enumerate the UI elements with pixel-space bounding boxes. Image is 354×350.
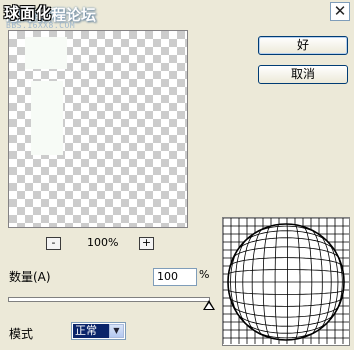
grid-line [223,230,349,243]
close-button[interactable]: ✕ [330,2,350,21]
grid-line [223,321,349,334]
mode-select[interactable]: 正常 ▼ [71,322,126,340]
ok-button[interactable]: 好 [258,36,348,55]
grid-line [274,218,280,344]
grid-line [230,218,240,344]
grid-line [334,218,343,344]
amount-unit: % [199,268,210,281]
grid-line [326,218,339,344]
grid-line [223,246,349,259]
preview-shape-bottom [31,81,63,155]
grid-line [223,329,349,339]
grid-line [223,225,349,235]
amount-slider-track[interactable] [8,297,210,302]
watermark-url: BBS.16XX8.COM [6,21,76,30]
grid-line [223,269,349,275]
zoom-level: 100% [87,236,119,249]
grid-line [294,218,301,344]
title-bar: 思缘教程论坛 球面化 BBS.16XX8.COM ✕ [0,0,354,30]
close-icon: ✕ [333,2,347,20]
spherize-grid-preview [222,217,350,346]
spherize-grid-graphic [222,217,349,344]
amount-label: 数量(A) [9,270,51,284]
cancel-button[interactable]: 取消 [258,65,348,84]
amount-input[interactable]: 100 [153,268,197,286]
grid-line [251,218,264,344]
grid-line [223,305,349,318]
grid-line [235,218,248,344]
preview-shape-top [25,37,67,69]
zoom-out-button[interactable]: - [46,237,61,250]
preview-area[interactable] [8,30,188,228]
mode-selected-value: 正常 [73,324,109,338]
grid-line [286,218,288,344]
mode-label: 模式 [9,327,34,341]
zoom-in-button[interactable]: + [139,237,154,250]
amount-slider-thumb-fill [205,303,213,309]
dialog-title: 球面化 [4,4,53,22]
grid-line [223,289,349,295]
chevron-down-icon[interactable]: ▼ [109,324,124,338]
